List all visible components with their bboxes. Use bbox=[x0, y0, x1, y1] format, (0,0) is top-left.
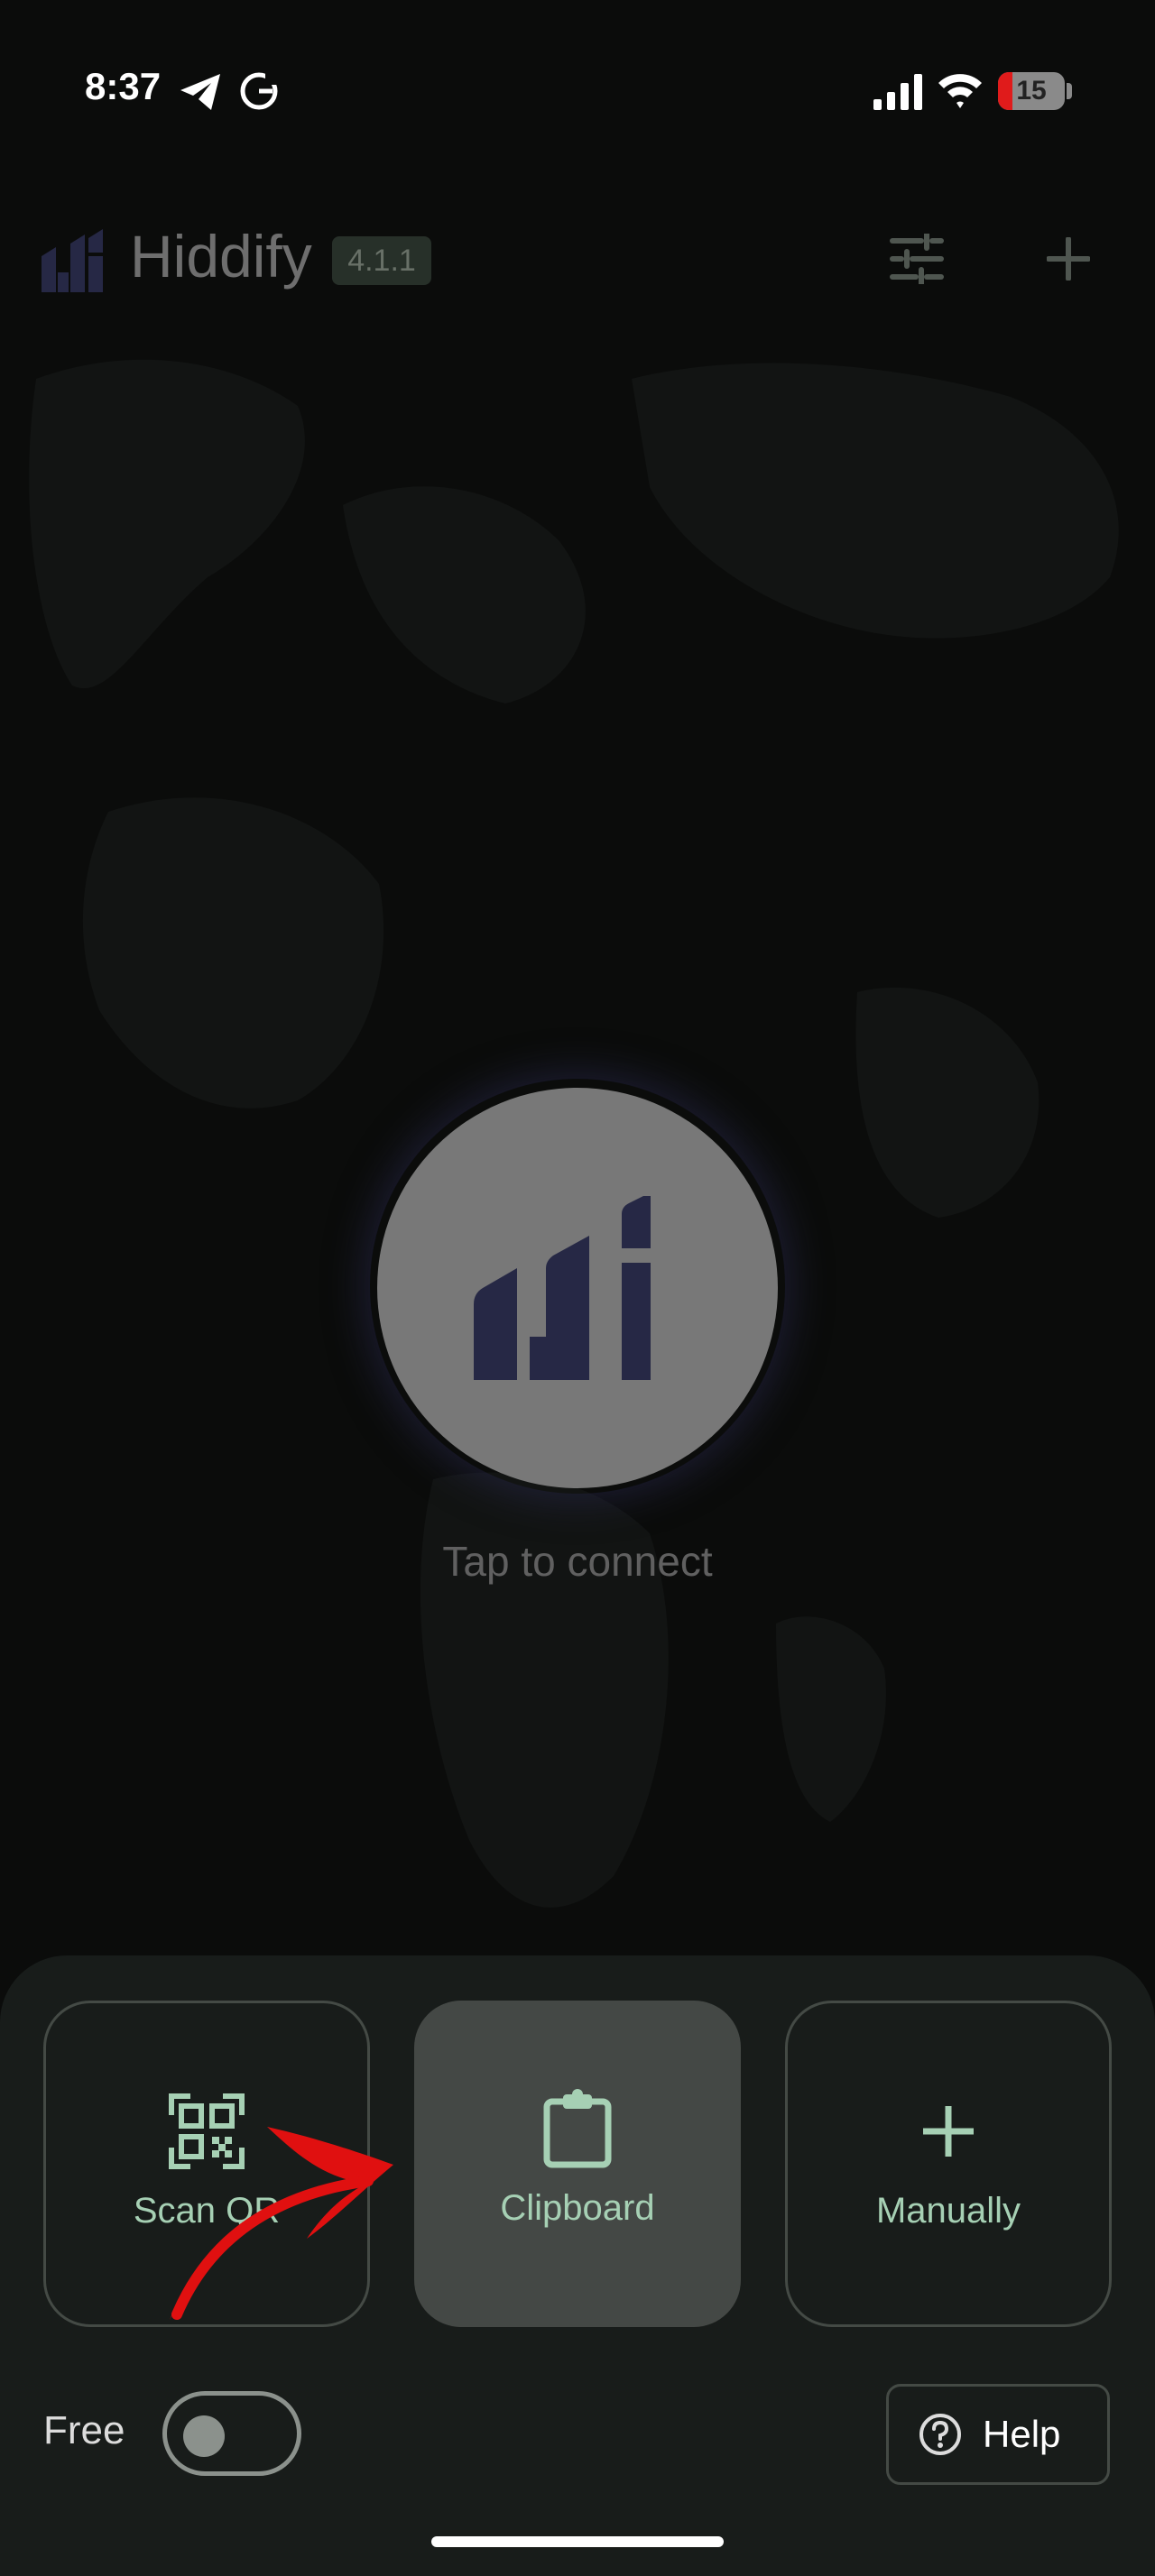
free-label: Free bbox=[43, 2408, 125, 2452]
hiddify-logo-icon bbox=[474, 1196, 651, 1380]
connect-label: Tap to connect bbox=[442, 1538, 713, 1585]
help-label: Help bbox=[983, 2413, 1061, 2455]
free-toggle[interactable] bbox=[162, 2391, 301, 2476]
add-profile-button[interactable] bbox=[1028, 218, 1109, 299]
qr-code-icon bbox=[169, 2093, 245, 2169]
status-bar: 8:37 15 bbox=[0, 0, 1155, 189]
manually-label: Manually bbox=[875, 2191, 1021, 2231]
plus-icon bbox=[923, 2106, 974, 2157]
version-badge: 4.1.1 bbox=[332, 236, 431, 285]
clipboard-icon bbox=[543, 2089, 612, 2168]
settings-sliders-icon bbox=[890, 234, 944, 284]
home-indicator bbox=[431, 2536, 724, 2547]
wifi-icon bbox=[938, 74, 982, 108]
hiddify-logo-icon bbox=[42, 229, 103, 292]
app-title: Hiddify bbox=[130, 223, 312, 290]
add-icon bbox=[1047, 237, 1090, 281]
battery-icon: 15 bbox=[998, 72, 1065, 110]
clipboard-button[interactable]: Clipboard bbox=[414, 2001, 741, 2327]
connect-button[interactable] bbox=[377, 1088, 778, 1488]
clipboard-label: Clipboard bbox=[500, 2188, 655, 2228]
settings-button[interactable] bbox=[876, 218, 957, 299]
toggle-knob bbox=[183, 2415, 225, 2457]
grammarly-icon bbox=[240, 72, 280, 110]
help-circle-icon bbox=[919, 2414, 961, 2455]
manually-button[interactable]: Manually bbox=[785, 2001, 1112, 2327]
telegram-icon bbox=[180, 74, 220, 110]
cellular-signal-icon bbox=[873, 74, 922, 110]
scan-qr-label: Scan QR bbox=[133, 2191, 281, 2231]
scan-qr-button[interactable]: Scan QR bbox=[43, 2001, 370, 2327]
battery-tip bbox=[1067, 83, 1072, 99]
status-time: 8:37 bbox=[85, 65, 162, 107]
help-button[interactable]: Help bbox=[886, 2384, 1110, 2485]
battery-level: 15 bbox=[1016, 76, 1047, 106]
